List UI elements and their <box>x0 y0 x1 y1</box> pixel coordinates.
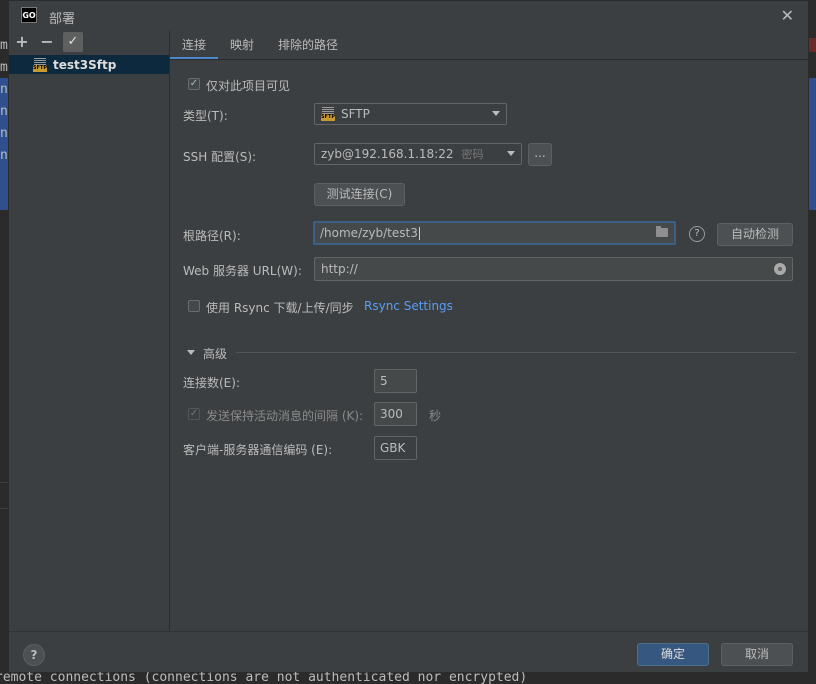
keepalive-checkbox[interactable]: ✓ <box>188 408 200 420</box>
connection-settings-panel: ✓ 仅对此项目可见 类型(T): SFTP SFTP SSH 配置(S): zy… <box>170 59 808 632</box>
collapse-triangle-icon[interactable] <box>187 350 195 355</box>
sftp-icon: SFTP <box>33 57 47 72</box>
background-code-char: n <box>0 104 8 119</box>
background-divider <box>0 482 8 483</box>
keepalive-unit: 秒 <box>429 409 442 423</box>
dialog-title: 部署 <box>49 12 76 27</box>
keepalive-label: 发送保持活动消息的间隔 (K): <box>206 409 364 423</box>
background-code-char: m <box>0 60 8 75</box>
server-list-panel: + − ✓ SFTP test3Sftp <box>9 31 170 631</box>
help-icon[interactable]: ? <box>689 226 705 242</box>
connections-count-input[interactable]: 5 <box>374 369 417 393</box>
tab-excluded-paths[interactable]: 排除的路径 <box>266 31 350 59</box>
background-console-line: remote connections (connections are not … <box>0 671 528 684</box>
section-divider <box>236 352 796 353</box>
background-selection-right <box>808 78 816 210</box>
server-list-toolbar: + − ✓ <box>9 31 169 53</box>
encoding-value-field[interactable]: GBK <box>374 436 417 460</box>
cancel-button[interactable]: 取消 <box>721 643 793 666</box>
folder-icon[interactable] <box>656 226 668 237</box>
background-divider <box>0 508 8 509</box>
encoding-label: 客户端-服务器通信编码 (E): <box>183 443 333 457</box>
root-path-input[interactable]: /home/zyb/test3 <box>313 221 676 245</box>
tab-mappings[interactable]: 映射 <box>218 31 266 59</box>
server-list-item[interactable]: SFTP test3Sftp <box>9 55 169 74</box>
close-icon[interactable]: ✕ <box>781 6 794 25</box>
tab-bar: 连接 映射 排除的路径 <box>170 31 350 59</box>
globe-icon[interactable] <box>774 263 786 275</box>
background-code-char: n <box>0 82 8 97</box>
web-server-url-label: Web 服务器 URL(W): <box>183 264 302 278</box>
ssh-config-more-button[interactable]: ... <box>528 143 552 166</box>
web-server-url-input[interactable]: http:// <box>314 257 793 281</box>
ok-button[interactable]: 确定 <box>637 643 709 666</box>
visible-only-checkbox[interactable]: ✓ <box>188 78 200 90</box>
ssh-config-value: zyb@192.168.1.18:22 <box>321 147 454 161</box>
ssh-auth-hint: 密码 <box>461 148 484 161</box>
rsync-label: 使用 Rsync 下载/上传/同步 <box>206 301 354 315</box>
type-select[interactable]: SFTP SFTP <box>314 103 507 125</box>
root-path-value: /home/zyb/test3 <box>320 226 418 240</box>
remove-server-button[interactable]: − <box>37 32 57 52</box>
title-bar: GO 部署 ✕ <box>9 1 808 31</box>
connections-count-label: 连接数(E): <box>183 376 240 390</box>
background-code-char: n <box>0 126 8 141</box>
ssh-config-label: SSH 配置(S): <box>183 150 257 164</box>
background-selection-left <box>0 78 8 210</box>
rsync-checkbox[interactable] <box>188 300 200 312</box>
keepalive-interval-input[interactable]: 300 <box>374 402 417 426</box>
type-value: SFTP <box>341 107 370 121</box>
server-name: test3Sftp <box>53 57 117 72</box>
chevron-down-icon <box>492 111 500 116</box>
tab-connection[interactable]: 连接 <box>170 31 219 59</box>
visible-only-label: 仅对此项目可见 <box>206 79 291 93</box>
autodetect-button[interactable]: 自动检测 <box>717 223 793 246</box>
add-server-button[interactable]: + <box>12 32 32 52</box>
dialog-footer: ? 确定 取消 <box>9 631 808 672</box>
deployment-dialog: GO 部署 ✕ + − ✓ SFTP test3Sftp 连接 映射 排除的路径… <box>8 0 809 672</box>
background-code-char: m <box>0 38 8 53</box>
root-path-label: 根路径(R): <box>183 229 241 243</box>
sftp-icon: SFTP <box>321 107 335 121</box>
ssh-config-select[interactable]: zyb@192.168.1.18:22 密码 <box>314 143 522 165</box>
type-label: 类型(T): <box>183 109 228 123</box>
help-button[interactable]: ? <box>23 644 45 666</box>
background-code-char: n <box>0 148 8 163</box>
background-error-stripe <box>808 38 816 52</box>
advanced-section-header[interactable]: 高级 <box>203 345 227 362</box>
goland-app-icon: GO <box>21 7 37 23</box>
web-server-url-value: http:// <box>321 262 358 276</box>
set-default-server-button[interactable]: ✓ <box>63 32 83 52</box>
chevron-down-icon <box>507 151 515 156</box>
test-connection-button[interactable]: 测试连接(C) <box>314 183 405 206</box>
rsync-settings-link[interactable]: Rsync Settings <box>364 299 453 313</box>
